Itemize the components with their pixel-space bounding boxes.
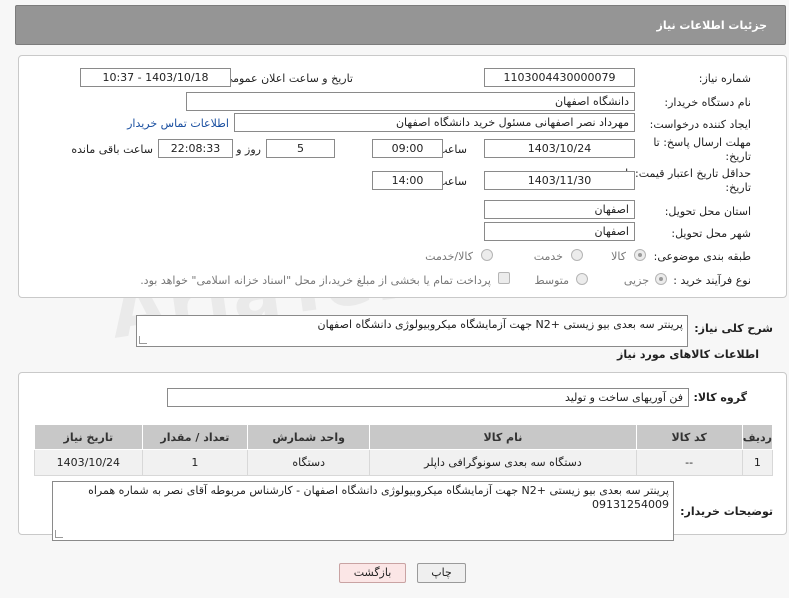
- need-number-field[interactable]: 1103004430000079: [484, 68, 635, 87]
- requester-label: ایجاد کننده درخواست:: [649, 118, 751, 131]
- process-label: نوع فرآیند خرید :: [673, 274, 751, 287]
- need-number-label: شماره نیاز:: [698, 72, 751, 85]
- reply-deadline-time-field[interactable]: 09:00: [372, 139, 443, 158]
- requester-field[interactable]: مهرداد نصر اصفهانی مسئول خرید دانشگاه اص…: [234, 113, 635, 132]
- goods-group-label: گروه کالا:: [693, 391, 747, 404]
- col-header-qty: تعداد / مقدار: [141, 424, 249, 450]
- city-label: شهر محل تحویل:: [671, 227, 751, 240]
- treasury-payment-checkbox[interactable]: [498, 272, 510, 284]
- cell-need-date: 1403/10/24: [34, 449, 143, 476]
- category-option-goods: کالا: [611, 250, 626, 263]
- reply-deadline-label: مهلت ارسال پاسخ: تا تاریخ:: [653, 136, 751, 163]
- resize-handle-icon[interactable]: [139, 336, 147, 344]
- cell-goods-code: --: [635, 449, 743, 476]
- category-radio-goods-service[interactable]: [481, 249, 493, 261]
- price-validity-label: حداقل تاریخ اعتبار قیمت: تا تاریخ:: [625, 167, 751, 194]
- print-button[interactable]: چاپ: [417, 563, 466, 583]
- category-radio-goods[interactable]: [634, 249, 646, 261]
- reply-deadline-date-field[interactable]: 1403/10/24: [484, 139, 635, 158]
- back-button[interactable]: بازگشت: [339, 563, 406, 583]
- announce-datetime-field[interactable]: 1403/10/18 - 10:37: [80, 68, 231, 87]
- col-header-code: کد کالا: [635, 424, 743, 450]
- announce-datetime-label: تاریخ و ساعت اعلان عمومی:: [220, 72, 353, 85]
- buyer-contact-link[interactable]: اطلاعات تماس خریدار: [127, 117, 229, 130]
- cell-row-number: 1: [741, 449, 774, 476]
- buyer-org-field[interactable]: دانشگاه اصفهان: [186, 92, 635, 111]
- price-validity-time-field[interactable]: 14:00: [372, 171, 443, 190]
- city-field[interactable]: اصفهان: [484, 222, 635, 241]
- cell-goods-name: دستگاه سه بعدی سونوگرافی داپلر: [369, 449, 637, 476]
- cell-unit: دستگاه: [247, 449, 371, 476]
- summary-field[interactable]: پرینتر سه بعدی بیو زیستی +N2 جهت آزمایشگ…: [136, 315, 688, 347]
- items-table: ردیف کد کالا نام کالا واحد شمارش تعداد /…: [34, 424, 774, 476]
- col-header-row: ردیف: [741, 424, 774, 450]
- category-option-service: خدمت: [533, 250, 563, 263]
- remaining-time-field[interactable]: 22:08:33: [158, 139, 233, 158]
- goods-info-title: اطلاعات کالاهای مورد نیاز: [617, 348, 759, 361]
- page-header: جزئیات اطلاعات نیاز: [15, 5, 786, 45]
- category-radio-service[interactable]: [571, 249, 583, 261]
- process-radio-minor[interactable]: [655, 273, 667, 285]
- summary-label: شرح کلی نیاز:: [694, 322, 773, 335]
- days-field[interactable]: 5: [266, 139, 335, 158]
- process-option-minor: جزیی: [623, 274, 649, 287]
- page-title: جزئیات اطلاعات نیاز: [656, 19, 768, 32]
- remaining-label: ساعت باقی مانده: [71, 143, 153, 156]
- col-header-date: تاریخ نیاز: [34, 424, 143, 450]
- col-header-unit: واحد شمارش: [247, 424, 371, 450]
- province-label: استان محل تحویل:: [664, 205, 751, 218]
- process-option-medium: متوسط: [534, 274, 569, 287]
- buyer-notes-label: توضیحات خریدار:: [680, 505, 773, 518]
- category-label: طبقه بندی موضوعی:: [653, 250, 751, 263]
- col-header-name: نام کالا: [369, 424, 637, 450]
- days-label: روز و: [236, 143, 261, 156]
- summary-text: پرینتر سه بعدی بیو زیستی +N2 جهت آزمایشگ…: [317, 318, 683, 331]
- resize-handle-icon[interactable]: [55, 530, 63, 538]
- province-field[interactable]: اصفهان: [484, 200, 635, 219]
- table-row: 1 -- دستگاه سه بعدی سونوگرافی داپلر دستگ…: [34, 449, 774, 476]
- treasury-payment-note: پرداخت تمام یا بخشی از مبلغ خرید،از محل …: [140, 274, 491, 287]
- buyer-notes-field[interactable]: پرینتر سه بعدی بیو زیستی +N2 جهت آزمایشگ…: [52, 481, 674, 541]
- goods-group-field[interactable]: فن آوریهای ساخت و تولید: [167, 388, 689, 407]
- category-option-goods-service: کالا/خدمت: [425, 250, 473, 263]
- price-validity-date-field[interactable]: 1403/11/30: [484, 171, 635, 190]
- buyer-notes-text: پرینتر سه بعدی بیو زیستی +N2 جهت آزمایشگ…: [88, 484, 669, 511]
- process-radio-medium[interactable]: [576, 273, 588, 285]
- cell-quantity: 1: [141, 449, 249, 476]
- buyer-org-label: نام دستگاه خریدار:: [664, 96, 751, 109]
